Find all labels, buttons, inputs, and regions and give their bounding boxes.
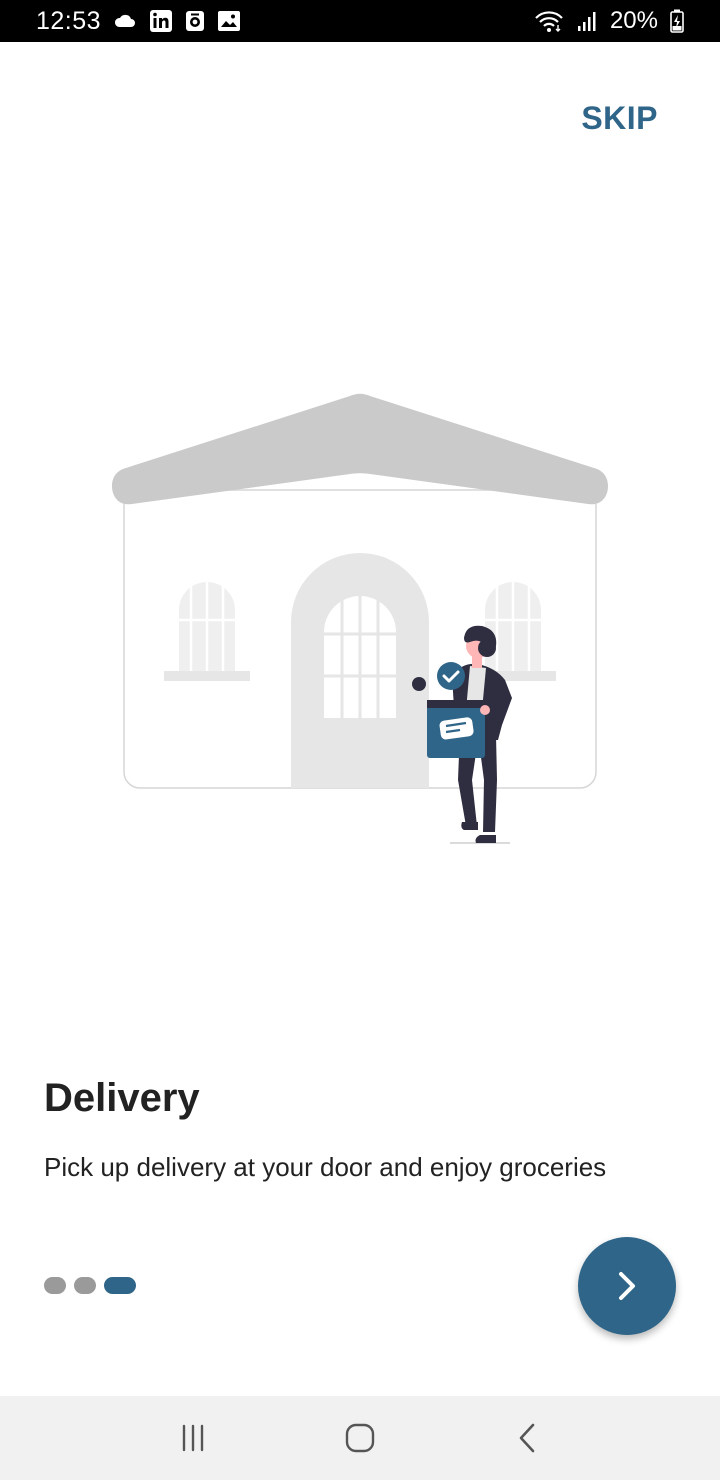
house-roof	[112, 393, 608, 505]
status-time: 12:53	[36, 6, 102, 35]
page-dot-1[interactable]	[44, 1277, 66, 1294]
wifi-icon	[534, 9, 564, 33]
home-icon	[345, 1423, 375, 1453]
page-dot-3-active[interactable]	[104, 1277, 136, 1294]
battery-percent: 20%	[609, 7, 658, 34]
skip-button[interactable]: SKIP	[581, 100, 658, 137]
gallery-icon	[217, 10, 241, 32]
page-dot-2[interactable]	[74, 1277, 96, 1294]
chevron-right-icon	[619, 1272, 635, 1300]
cloud-icon	[113, 13, 137, 29]
recent-apps-button[interactable]	[153, 1403, 233, 1473]
home-button[interactable]	[320, 1403, 400, 1473]
signal-icon	[576, 10, 598, 32]
status-bar: 12:53 20%	[0, 0, 720, 42]
onboarding-title: Delivery	[44, 1076, 200, 1120]
onboarding-description: Pick up delivery at your door and enjoy …	[44, 1152, 607, 1182]
status-bar-right: 20%	[534, 7, 684, 35]
delivery-illustration	[100, 380, 620, 860]
battery-charging-icon	[670, 9, 684, 33]
linkedin-icon	[149, 9, 173, 33]
back-button[interactable]	[487, 1403, 567, 1473]
page-indicator	[44, 1277, 136, 1294]
system-nav-bar	[0, 1396, 720, 1480]
next-button[interactable]	[578, 1237, 676, 1335]
recent-apps-icon	[183, 1424, 204, 1452]
camera-app-icon	[185, 10, 205, 32]
status-bar-left: 12:53	[36, 7, 241, 36]
back-icon	[519, 1423, 534, 1453]
